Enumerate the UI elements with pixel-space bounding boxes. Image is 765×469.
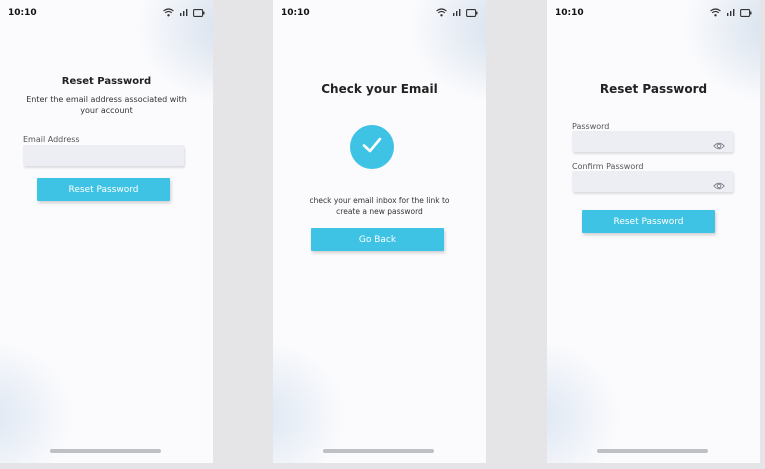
email-label: Email Address [23, 135, 80, 144]
confirm-password-label: Confirm Password [572, 162, 644, 171]
confirmation-message: check your email inbox for the link to c… [309, 196, 450, 216]
new-password-screen: 10:10 Reset Password Password Confirm Pa… [547, 0, 760, 463]
page-subtitle: Enter the email address associated with … [26, 95, 187, 115]
status-time: 10:10 [8, 8, 37, 18]
wifi-icon [163, 8, 174, 17]
confirm-password-field[interactable] [572, 171, 733, 192]
battery-icon [740, 8, 752, 17]
check-email-screen: 10:10 Check your Email check your email … [273, 0, 486, 463]
home-indicator [50, 449, 161, 453]
status-time: 10:10 [555, 8, 584, 18]
password-field[interactable] [572, 131, 733, 152]
page-title: Reset Password [599, 82, 708, 96]
wifi-icon [710, 8, 721, 17]
eye-icon[interactable] [713, 136, 725, 155]
email-field[interactable] [23, 145, 184, 166]
wifi-icon [436, 8, 447, 17]
signal-icon [726, 8, 735, 17]
status-bar: 10:10 [547, 0, 760, 26]
reset-password-button[interactable]: Reset Password [582, 210, 715, 233]
battery-icon [193, 8, 205, 17]
battery-icon [466, 8, 478, 17]
home-indicator [597, 449, 708, 453]
home-indicator [323, 449, 434, 453]
success-badge [350, 125, 394, 169]
signal-icon [452, 8, 461, 17]
reset-password-email-screen: 10:10 Reset Password Enter the email add… [0, 0, 213, 463]
check-icon [361, 134, 383, 160]
status-time: 10:10 [281, 8, 310, 18]
status-bar: 10:10 [0, 0, 213, 26]
password-label: Password [572, 122, 610, 131]
reset-password-button[interactable]: Reset Password [37, 178, 170, 201]
go-back-button[interactable]: Go Back [311, 228, 444, 251]
status-bar: 10:10 [273, 0, 486, 26]
page-title: Check your Email [321, 82, 438, 96]
page-title: Reset Password [61, 76, 152, 87]
eye-icon[interactable] [713, 176, 725, 195]
signal-icon [179, 8, 188, 17]
